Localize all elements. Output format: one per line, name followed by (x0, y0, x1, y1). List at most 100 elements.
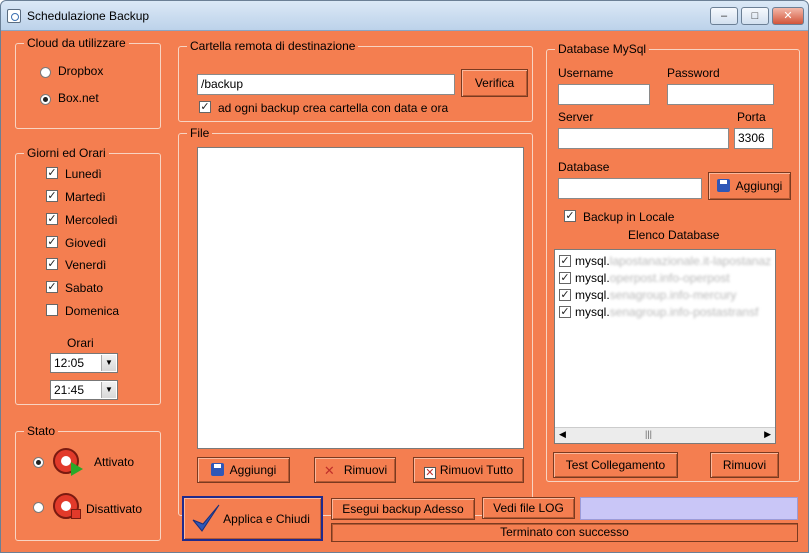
remove-file-button[interactable]: ✕ Rimuovi (314, 457, 396, 483)
port-input[interactable]: 3306 (734, 128, 773, 149)
radio-dropbox[interactable] (40, 67, 51, 78)
time-select-1-value: 12:05 (54, 356, 85, 370)
scroll-thumb-grip[interactable]: ||| (645, 429, 652, 439)
app-window: Schedulazione Backup – □ ✕ Cloud da util… (0, 0, 809, 553)
radio-dropbox-label: Dropbox (58, 64, 104, 78)
cloud-group: Cloud da utilizzare Dropbox Box.net (15, 36, 161, 129)
remote-folder-title: Cartella remota di destinazione (187, 39, 359, 53)
add-database-button[interactable]: Aggiungi (708, 172, 791, 200)
progress-bar (580, 497, 798, 520)
verify-button[interactable]: Verifica (461, 69, 528, 97)
radio-boxnet[interactable] (40, 94, 51, 105)
view-log-button[interactable]: Vedi file LOG (482, 497, 575, 519)
remove-all-label: Rimuovi Tutto (439, 463, 514, 477)
db-name: lapostanazionale.it-lapostanaz (609, 254, 772, 268)
username-label: Username (558, 66, 614, 80)
scroll-right-icon[interactable]: ▶ (764, 429, 771, 440)
schedule-group-title: Giorni ed Orari (24, 146, 109, 160)
add-file-button[interactable]: Aggiungi (197, 457, 290, 483)
db-prefix: mysql. (575, 288, 610, 302)
database-list-label: Elenco Database (628, 228, 720, 242)
radio-attivato-label: Attivato (94, 455, 135, 469)
db-name: senagroup.info-mercury (609, 288, 737, 302)
horizontal-scrollbar[interactable]: ◀ ||| ▶ (555, 427, 775, 443)
time-select-2-value: 21:45 (54, 383, 85, 397)
db-name: operpost.info-operpost (609, 271, 730, 285)
mysql-group-title: Database MySql (555, 42, 650, 56)
chevron-down-icon[interactable]: ▼ (101, 382, 116, 398)
check-martedi[interactable]: ✓ (46, 190, 58, 202)
apply-close-label: Applica e Chiudi (223, 512, 310, 526)
scroll-left-icon[interactable]: ◀ (559, 429, 566, 440)
datefolder-checkbox[interactable]: ✓ (199, 101, 211, 113)
remote-path-input[interactable]: /backup (197, 74, 455, 95)
day-label-lunedi: Lunedì (65, 167, 102, 181)
day-label-giovedi: Giovedì (65, 236, 107, 250)
floppy-icon (716, 179, 730, 192)
window-title: Schedulazione Backup (27, 9, 150, 23)
maximize-button[interactable]: □ (741, 7, 769, 25)
status-bar: Terminato con successo (331, 523, 798, 542)
username-input[interactable] (558, 84, 650, 105)
check-sabato[interactable]: ✓ (46, 281, 58, 293)
check-venerdi[interactable]: ✓ (46, 258, 58, 270)
remove-file-label: Rimuovi (343, 463, 388, 477)
check-lunedi[interactable]: ✓ (46, 167, 58, 179)
local-backup-checkbox[interactable]: ✓ (564, 210, 576, 222)
day-label-domenica: Domenica (65, 304, 120, 318)
floppy-icon (210, 463, 224, 476)
checkmark-icon (192, 504, 220, 532)
play-icon (71, 462, 83, 476)
database-label: Database (558, 160, 610, 174)
day-label-venerdi: Venerdì (65, 258, 107, 272)
database-checkbox[interactable]: ✓ (559, 255, 571, 267)
database-input[interactable] (558, 178, 702, 199)
app-icon (7, 9, 21, 23)
minimize-button[interactable]: – (710, 7, 738, 25)
state-group: Stato Attivato Disattivato (15, 424, 161, 541)
check-domenica[interactable] (46, 304, 58, 316)
remote-folder-group: Cartella remota di destinazione /backup … (178, 39, 533, 122)
state-group-title: Stato (24, 424, 59, 438)
apply-close-button[interactable]: Applica e Chiudi (182, 496, 323, 541)
db-prefix: mysql. (575, 254, 610, 268)
files-group-title: File (187, 126, 213, 140)
chevron-down-icon[interactable]: ▼ (101, 355, 116, 371)
time-select-2[interactable]: 21:45 ▼ (50, 380, 118, 400)
remove-all-button[interactable]: ✕ Rimuovi Tutto (413, 457, 524, 483)
database-checkbox[interactable]: ✓ (559, 306, 571, 318)
time-select-1[interactable]: 12:05 ▼ (50, 353, 118, 373)
title-bar[interactable]: Schedulazione Backup – □ ✕ (1, 1, 808, 31)
files-list[interactable] (197, 147, 524, 449)
server-input[interactable] (558, 128, 729, 149)
client-area: Cloud da utilizzare Dropbox Box.net Gior… (5, 31, 806, 550)
remove-icon: ✕ (323, 463, 335, 478)
server-label: Server (558, 110, 594, 124)
schedule-group: Giorni ed Orari ✓ Lunedì ✓ Martedì ✓ Mer… (15, 146, 161, 405)
check-giovedi[interactable]: ✓ (46, 236, 58, 248)
database-checkbox[interactable]: ✓ (559, 272, 571, 284)
day-label-sabato: Sabato (65, 281, 104, 295)
database-list[interactable]: ✓ mysql.lapostanazionale.it-lapostanaz ✓ m… (554, 249, 776, 444)
run-now-button[interactable]: Esegui backup Adesso (331, 498, 475, 520)
times-label: Orari (67, 336, 94, 350)
db-prefix: mysql. (575, 305, 610, 319)
radio-disattivato[interactable] (33, 502, 44, 513)
radio-disattivato-label: Disattivato (86, 502, 143, 516)
files-group: File Aggiungi ✕ Rimuovi ✕ Rimuovi Tutto (178, 126, 533, 516)
datefolder-label: ad ogni backup crea cartella con data e … (218, 101, 449, 115)
database-checkbox[interactable]: ✓ (559, 289, 571, 301)
add-database-label: Aggiungi (735, 179, 783, 193)
close-button[interactable]: ✕ (772, 7, 804, 25)
add-file-label: Aggiungi (229, 463, 277, 477)
port-label: Porta (737, 110, 766, 124)
radio-attivato[interactable] (33, 457, 44, 468)
test-connection-button[interactable]: Test Collegamento (553, 452, 678, 478)
remove-database-button[interactable]: Rimuovi (710, 452, 779, 478)
db-prefix: mysql. (575, 271, 610, 285)
password-input[interactable] (667, 84, 774, 105)
db-name: senagroup.info-postastransf (609, 305, 759, 319)
stop-icon (71, 509, 81, 519)
check-mercoledi[interactable]: ✓ (46, 213, 58, 225)
password-label: Password (667, 66, 720, 80)
